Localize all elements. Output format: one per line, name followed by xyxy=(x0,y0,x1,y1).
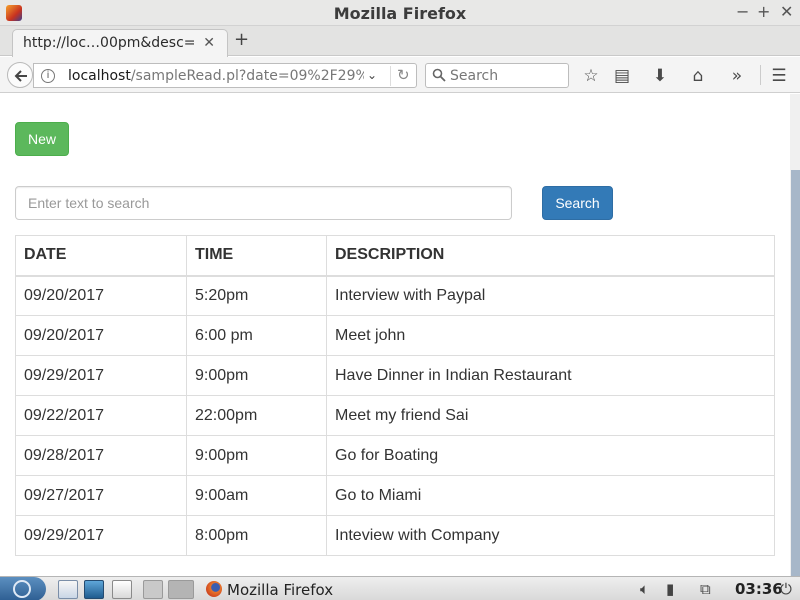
download-icon[interactable]: ⬇ xyxy=(650,66,670,86)
cell-time: 8:00pm xyxy=(186,515,327,556)
network-icon[interactable]: ⧉ xyxy=(700,580,711,598)
cell-description: Have Dinner in Indian Restaurant xyxy=(326,355,775,396)
browser-search-box[interactable]: Search xyxy=(425,63,569,88)
cell-description: Meet my friend Sai xyxy=(326,395,775,436)
tab-label: http://loc…00pm&desc= xyxy=(23,35,196,51)
volume-icon[interactable]: 🔈︎ xyxy=(640,580,649,598)
cell-description: Interview with Paypal xyxy=(326,275,775,316)
url-path: /sampleRead.pl?date=09%2F29%2 xyxy=(130,68,364,84)
desktop-taskbar: Mozilla Firefox 🔈︎ ▮ ⧉ 03:36 ⏻ xyxy=(0,576,800,600)
search-icon xyxy=(432,68,446,82)
table-row: 09/27/2017 9:00am Go to Miami xyxy=(15,475,775,516)
page-content: New Search DATE TIME DESCRIPTION 09/20/2… xyxy=(0,94,790,576)
network-app-icon[interactable] xyxy=(84,580,104,599)
cell-description: Inteview with Company xyxy=(326,515,775,556)
reload-icon[interactable]: ↻ xyxy=(390,66,410,86)
search-input[interactable] xyxy=(15,186,512,220)
table-row: 09/29/2017 8:00pm Inteview with Company xyxy=(15,515,775,556)
cell-date: 09/28/2017 xyxy=(15,435,187,476)
site-info-icon[interactable]: i xyxy=(41,69,55,83)
cell-time: 5:20pm xyxy=(186,275,327,316)
maximize-icon[interactable]: + xyxy=(757,3,770,21)
url-bar[interactable]: i localhost/sampleRead.pl?date=09%2F29%2… xyxy=(33,63,417,88)
toolbar-separator xyxy=(760,65,761,85)
reading-list-icon[interactable]: ▤ xyxy=(612,66,632,86)
new-tab-icon[interactable]: + xyxy=(234,29,249,50)
cell-time: 22:00pm xyxy=(186,395,327,436)
cell-description: Meet john xyxy=(326,315,775,356)
taskbar-task-label: Mozilla Firefox xyxy=(227,581,334,599)
header-time: TIME xyxy=(186,235,327,277)
desktop-1-icon[interactable] xyxy=(143,580,163,599)
browser-tab[interactable]: http://loc…00pm&desc= ✕ xyxy=(12,29,228,57)
hamburger-menu-icon[interactable]: ☰ xyxy=(769,66,789,86)
table-header-row: DATE TIME DESCRIPTION xyxy=(15,235,775,277)
window-switcher-icon[interactable] xyxy=(112,580,132,599)
window-title: Mozilla Firefox xyxy=(333,4,467,23)
url-text[interactable]: localhost/sampleRead.pl?date=09%2F29%2 xyxy=(68,68,364,84)
close-tab-icon[interactable]: ✕ xyxy=(203,34,215,51)
cell-time: 9:00am xyxy=(186,475,327,516)
battery-icon[interactable]: ▮ xyxy=(666,580,674,598)
url-host: localhost xyxy=(68,68,131,84)
overflow-chevron-icon[interactable]: » xyxy=(727,66,747,86)
cell-time: 9:00pm xyxy=(186,435,327,476)
scrollbar-thumb[interactable] xyxy=(791,170,800,576)
taskbar-task-firefox[interactable]: Mozilla Firefox xyxy=(201,578,381,600)
firefox-icon xyxy=(206,581,222,597)
start-menu-button[interactable] xyxy=(0,577,46,600)
cell-date: 09/22/2017 xyxy=(15,395,187,436)
minimize-icon[interactable]: − xyxy=(736,3,749,21)
table-row: 09/22/2017 22:00pm Meet my friend Sai xyxy=(15,395,775,436)
url-dropdown-icon[interactable]: ⌄ xyxy=(367,68,377,82)
cell-description: Go for Boating xyxy=(326,435,775,476)
desktop-2-icon[interactable] xyxy=(168,580,194,599)
close-window-icon[interactable]: ✕ xyxy=(780,3,793,21)
tab-strip: http://loc…00pm&desc= ✕ + xyxy=(0,26,800,57)
search-button[interactable]: Search xyxy=(542,186,613,220)
back-arrow-icon xyxy=(14,70,27,82)
cell-time: 6:00 pm xyxy=(186,315,327,356)
power-icon[interactable]: ⏻ xyxy=(780,580,792,598)
back-button[interactable] xyxy=(7,62,33,88)
cell-date: 09/27/2017 xyxy=(15,475,187,516)
start-logo-icon xyxy=(13,580,31,598)
table-row: 09/28/2017 9:00pm Go for Boating xyxy=(15,435,775,476)
file-manager-icon[interactable] xyxy=(58,580,78,599)
events-table: DATE TIME DESCRIPTION 09/20/2017 5:20pm … xyxy=(15,235,775,556)
home-icon[interactable]: ⌂ xyxy=(688,66,708,86)
cell-date: 09/20/2017 xyxy=(15,315,187,356)
table-row: 09/20/2017 5:20pm Interview with Paypal xyxy=(15,275,775,316)
cell-date: 09/29/2017 xyxy=(15,355,187,396)
header-description: DESCRIPTION xyxy=(326,235,775,277)
navigation-toolbar: i localhost/sampleRead.pl?date=09%2F29%2… xyxy=(0,57,800,93)
clock: 03:36 xyxy=(735,580,783,598)
table-row: 09/20/2017 6:00 pm Meet john xyxy=(15,315,775,356)
table-row: 09/29/2017 9:00pm Have Dinner in Indian … xyxy=(15,355,775,396)
cell-description: Go to Miami xyxy=(326,475,775,516)
header-date: DATE xyxy=(15,235,187,277)
bookmark-star-icon[interactable]: ☆ xyxy=(581,66,601,86)
new-button[interactable]: New xyxy=(15,122,69,156)
window-titlebar: Mozilla Firefox − + ✕ xyxy=(0,0,800,26)
cell-time: 9:00pm xyxy=(186,355,327,396)
browser-search-placeholder: Search xyxy=(450,68,499,84)
cell-date: 09/29/2017 xyxy=(15,515,187,556)
cell-date: 09/20/2017 xyxy=(15,275,187,316)
